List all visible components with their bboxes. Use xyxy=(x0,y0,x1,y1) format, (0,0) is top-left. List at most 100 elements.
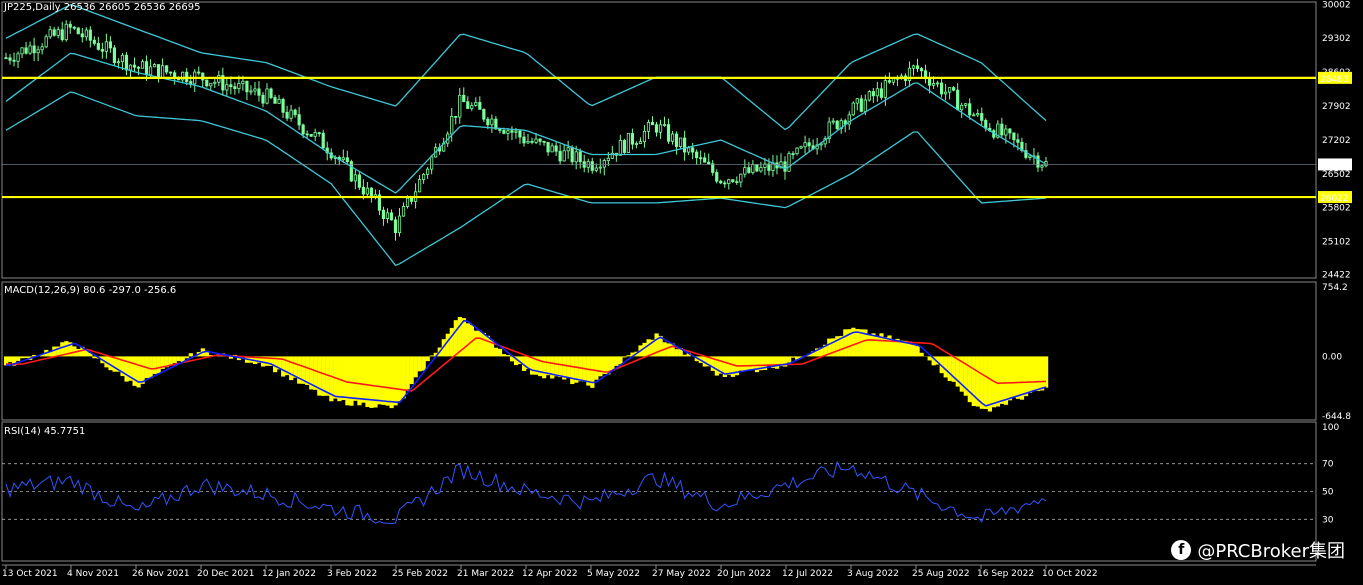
candle-body xyxy=(939,82,944,95)
macd-histogram-bar xyxy=(168,356,173,365)
macd-histogram-bar xyxy=(465,323,470,357)
macd-histogram-bar xyxy=(353,356,358,401)
macd-histogram-bar xyxy=(666,343,671,357)
candle-body xyxy=(855,98,859,104)
macd-histogram-bar xyxy=(742,356,748,372)
candle-body xyxy=(944,91,948,95)
candle-body xyxy=(144,61,149,76)
candle-body xyxy=(863,99,867,112)
candle-body xyxy=(1028,155,1032,158)
candle-body xyxy=(542,140,546,143)
candle-body xyxy=(606,157,610,161)
x-tick-label: 21 Mar 2022 xyxy=(457,569,514,579)
candle-body xyxy=(136,66,141,69)
candle-body xyxy=(964,103,968,106)
candle-body xyxy=(401,206,406,217)
macd-histogram-bar xyxy=(76,348,81,357)
macd-histogram-bar xyxy=(566,356,571,379)
candle-body xyxy=(707,161,711,165)
candle-body xyxy=(723,182,727,185)
candle-body xyxy=(1016,139,1020,143)
macd-histogram-bar xyxy=(1015,356,1021,399)
macd-histogram-bar xyxy=(766,356,772,366)
macd-histogram-bar xyxy=(646,339,651,357)
candle-body xyxy=(851,102,855,116)
macd-histogram-bar xyxy=(140,356,145,384)
macd-histogram-bar xyxy=(8,356,13,363)
macd-histogram-bar xyxy=(947,356,952,382)
macd-histogram-bar xyxy=(477,330,483,357)
candle-body xyxy=(554,145,558,152)
candle-body xyxy=(879,88,883,98)
macd-histogram-bar xyxy=(558,356,563,378)
candle-body xyxy=(466,101,470,109)
candle-body xyxy=(598,166,602,169)
x-tick-label: 25 Aug 2022 xyxy=(912,569,970,579)
candle-body xyxy=(32,45,36,54)
macd-histogram-bar xyxy=(995,356,1001,407)
candle-body xyxy=(715,172,719,182)
candle-body xyxy=(369,187,374,197)
candle-body xyxy=(309,133,313,137)
candle-body xyxy=(1040,165,1044,168)
macd-histogram-bar xyxy=(421,356,426,371)
candle-body xyxy=(265,88,269,104)
candle-body xyxy=(353,174,357,182)
macd-histogram-bar xyxy=(622,356,627,358)
chart-canvas[interactable]: 3000229302286022790227202265022580225102… xyxy=(0,0,1363,585)
candle-body xyxy=(450,115,454,135)
candle-body xyxy=(20,47,24,55)
candle-body xyxy=(642,130,647,143)
candle-body xyxy=(538,138,542,142)
macd-histogram-bar xyxy=(505,354,511,357)
candle-body xyxy=(454,115,458,118)
x-tick-label: 25 Feb 2022 xyxy=(392,569,448,579)
candle-body xyxy=(213,81,217,84)
candle-body xyxy=(60,29,64,41)
candle-body xyxy=(618,140,622,156)
candle-body xyxy=(225,84,229,91)
candle-body xyxy=(791,153,795,155)
candle-body xyxy=(357,174,361,188)
candle-body xyxy=(12,59,16,62)
macd-histogram-bar xyxy=(289,356,294,381)
candle-body xyxy=(237,83,241,89)
candle-body xyxy=(8,57,12,61)
candle-body xyxy=(393,219,398,234)
rsi-tick-label: 30 xyxy=(1322,515,1334,525)
candle-body xyxy=(148,66,153,76)
candle-body xyxy=(506,130,510,134)
candle-body xyxy=(522,136,526,144)
macd-histogram-bar xyxy=(750,356,756,370)
price-tick-label: 27902 xyxy=(1322,102,1351,112)
macd-histogram-bar xyxy=(943,356,948,378)
macd-histogram-bar xyxy=(184,356,189,359)
candle-body xyxy=(695,151,699,159)
candle-body xyxy=(317,132,321,135)
price-tick-label: 24422 xyxy=(1322,271,1351,281)
candle-body xyxy=(747,167,751,173)
candle-body xyxy=(795,147,799,155)
macd-histogram-bar xyxy=(987,356,992,412)
candle-body xyxy=(28,45,32,54)
candle-body xyxy=(482,109,486,120)
macd-histogram-bar xyxy=(682,354,687,357)
candle-body xyxy=(514,130,518,133)
candle-body xyxy=(759,167,763,172)
candle-body xyxy=(361,186,365,195)
candle-body xyxy=(422,173,426,180)
candle-body xyxy=(297,114,301,126)
x-tick-label: 20 Dec 2021 xyxy=(197,569,255,579)
candle-body xyxy=(526,141,530,144)
candle-body xyxy=(960,104,964,111)
macd-histogram-bar xyxy=(610,356,615,371)
macd-histogram-bar xyxy=(999,356,1005,404)
candle-body xyxy=(1004,128,1008,136)
watermark-text: @PRCBroker集团 xyxy=(1197,541,1345,562)
macd-histogram-bar xyxy=(445,333,450,357)
candle-body xyxy=(269,88,273,98)
candle-body xyxy=(365,187,369,195)
candle-body xyxy=(630,133,635,145)
macd-histogram-bar xyxy=(393,356,398,406)
candle-body xyxy=(241,80,245,84)
